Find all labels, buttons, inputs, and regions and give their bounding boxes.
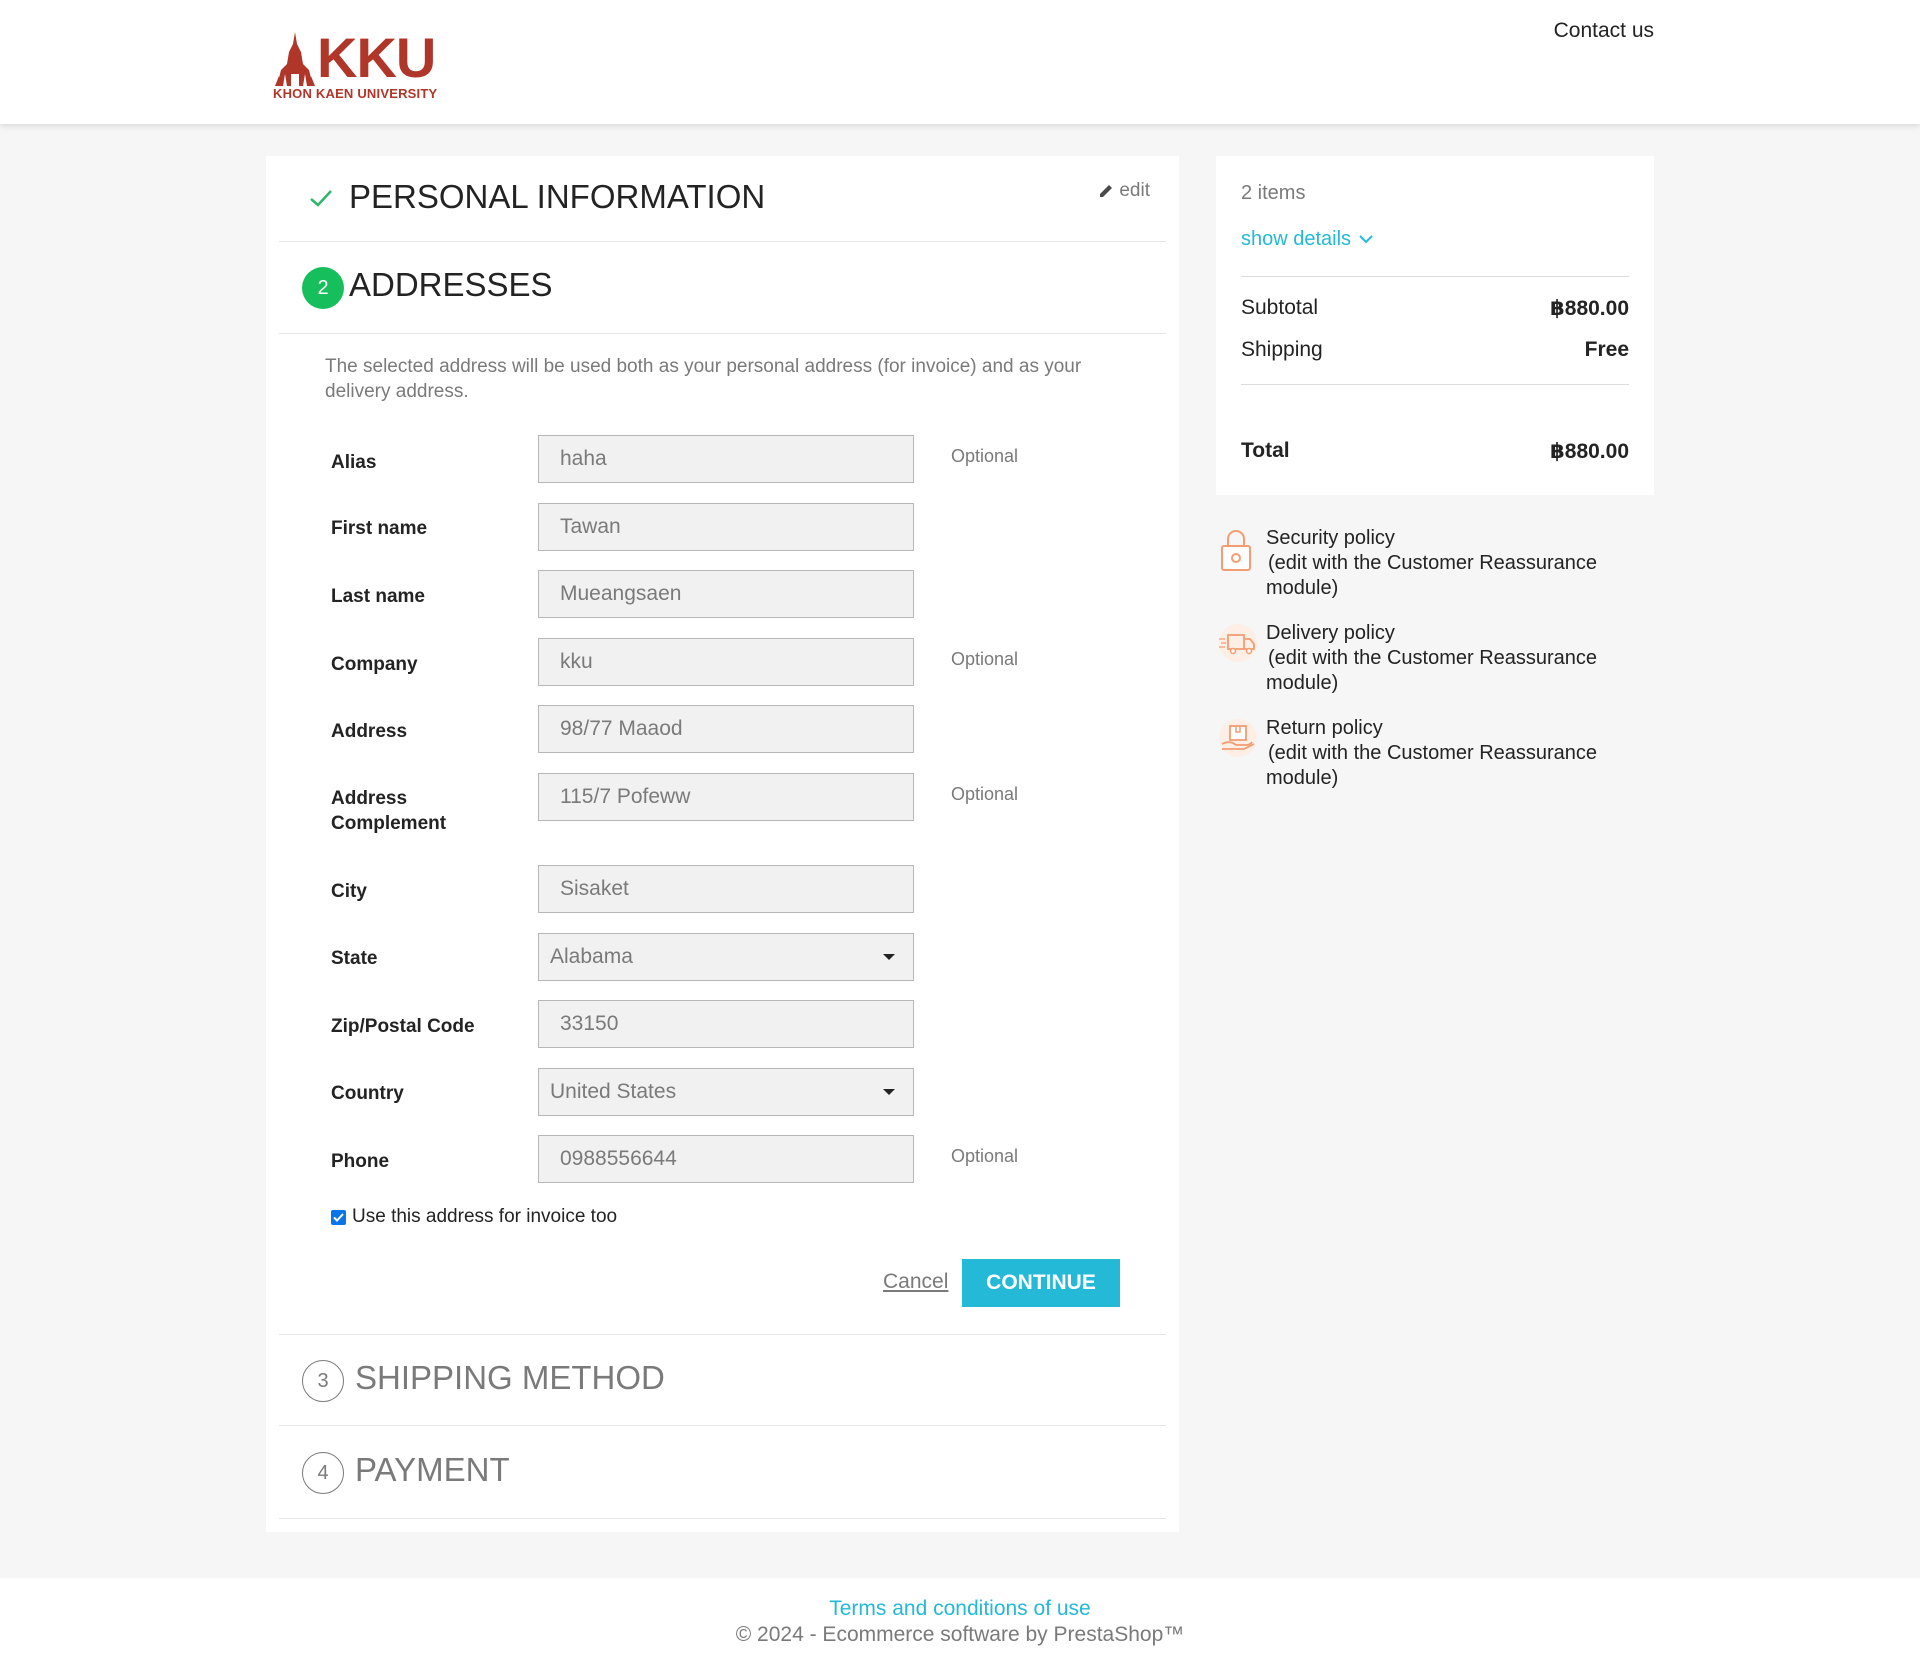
subtotal-label: Subtotal	[1241, 296, 1319, 319]
first-name-input[interactable]: Tawan	[538, 503, 914, 551]
address-label: Address	[331, 721, 408, 742]
chevron-down-icon	[1359, 235, 1373, 244]
state-select[interactable]: Alabama	[538, 933, 914, 981]
step-number-4: 4	[302, 1452, 344, 1494]
last-name-input[interactable]: Mueangsaen	[538, 570, 914, 618]
reassurance-return: Return policy (edit with the Customer Re…	[1216, 716, 1636, 791]
shipping-value: Free	[1584, 338, 1629, 361]
caret-down-icon	[883, 954, 895, 960]
address-input[interactable]: 98/77 Maaod	[538, 705, 914, 753]
step-title-addresses: Addresses	[349, 266, 553, 303]
step-number-2: 2	[302, 267, 344, 309]
first-name-label: First name	[331, 518, 428, 539]
total-label: Total	[1241, 439, 1290, 462]
state-label: State	[331, 948, 378, 969]
step-shipping-method[interactable]: 3 Shipping Method	[279, 1334, 1166, 1426]
truck-icon	[1219, 624, 1257, 662]
phone-label: Phone	[331, 1151, 390, 1172]
country-label: Country	[331, 1083, 404, 1104]
address-complement-label: Address Complement	[331, 788, 447, 834]
last-name-label: Last name	[331, 586, 425, 607]
checkmark-icon	[333, 1212, 344, 1222]
edit-label: edit	[1119, 180, 1150, 201]
show-details-label: show details	[1241, 228, 1352, 250]
company-label: Company	[331, 654, 418, 675]
step-number-3: 3	[302, 1360, 344, 1402]
lock-icon	[1221, 530, 1251, 571]
zip-label: Zip/Postal Code	[331, 1016, 475, 1037]
city-label: City	[331, 881, 367, 902]
summary-divider	[1241, 276, 1629, 277]
reassurance-desc: (edit with the Customer Reassurance modu…	[1266, 742, 1598, 789]
terms-link[interactable]: Terms and conditions of use	[0, 1597, 1920, 1621]
use-for-invoice-label[interactable]: Use this address for invoice too	[352, 1206, 617, 1228]
pencil-icon	[1100, 185, 1113, 197]
address-complement-input[interactable]: 115/7 Pofeww	[538, 773, 914, 821]
summary-divider	[1241, 384, 1629, 385]
reassurance-desc: (edit with the Customer Reassurance modu…	[1266, 647, 1598, 694]
alias-label: Alias	[331, 452, 377, 473]
shipping-label: Shipping	[1241, 338, 1323, 361]
total-value: ฿880.00	[1550, 440, 1629, 463]
step-personal-information[interactable]: Personal Information edit	[279, 156, 1166, 242]
reassurance-delivery: Delivery policy (edit with the Customer …	[1216, 621, 1636, 696]
zip-input[interactable]: 33150	[538, 1000, 914, 1048]
temple-logo-icon	[275, 32, 315, 86]
site-footer	[0, 1578, 1920, 1666]
reassurance-title: Delivery policy	[1266, 622, 1395, 644]
company-optional: Optional	[951, 649, 1019, 669]
reassurance-title: Security policy	[1266, 527, 1395, 549]
state-selected-value: Alabama	[550, 945, 633, 968]
use-for-invoice-row: Use this address for invoice too	[331, 1206, 617, 1228]
country-select[interactable]: United States	[538, 1068, 914, 1116]
subtotal-value: ฿880.00	[1550, 297, 1629, 320]
step-title-payment: Payment	[355, 1451, 510, 1488]
reassurance-desc: (edit with the Customer Reassurance modu…	[1266, 552, 1598, 599]
return-box-icon	[1219, 719, 1257, 757]
step-payment[interactable]: 4 Payment	[279, 1426, 1166, 1519]
caret-down-icon	[883, 1089, 895, 1095]
reassurance-title: Return policy	[1266, 717, 1383, 739]
address-complement-optional: Optional	[951, 784, 1019, 804]
country-selected-value: United States	[550, 1080, 677, 1103]
step-title-personal: Personal Information	[349, 178, 766, 215]
check-icon	[310, 190, 332, 207]
continue-button[interactable]: Continue	[962, 1259, 1120, 1307]
reassurance-security: Security policy (edit with the Customer …	[1216, 526, 1636, 601]
address-intro-text: The selected address will be used both a…	[325, 356, 1082, 402]
city-input[interactable]: Sisaket	[538, 865, 914, 913]
checkout-steps: Personal Information edit 2 Addresses Th…	[266, 156, 1179, 1532]
site-header: KKU KHON KAEN UNIVERSITY Contact us	[0, 0, 1920, 124]
logo-subtitle: KHON KAEN UNIVERSITY	[273, 86, 438, 101]
cart-summary: 2 items show details Subtotal ฿880.00 Sh…	[1216, 156, 1654, 495]
use-for-invoice-checkbox[interactable]	[331, 1209, 346, 1225]
copyright-text: © 2024 - Ecommerce software by PrestaSho…	[735, 1623, 1185, 1646]
cancel-link[interactable]: Cancel	[883, 1270, 948, 1294]
phone-optional: Optional	[951, 1146, 1019, 1166]
alias-input[interactable]: haha	[538, 435, 914, 483]
kku-logo[interactable]: KKU KHON KAEN UNIVERSITY	[273, 28, 443, 102]
edit-personal-link[interactable]: edit	[1098, 180, 1150, 202]
show-details-toggle[interactable]: show details	[1241, 228, 1373, 251]
phone-input[interactable]: 0988556644	[538, 1135, 914, 1183]
step-addresses: 2 Addresses	[279, 242, 1166, 334]
step-title-shipping: Shipping Method	[355, 1359, 665, 1396]
logo-wordmark: KKU	[317, 26, 436, 89]
items-count: 2 items	[1241, 182, 1306, 204]
company-input[interactable]: kku	[538, 638, 914, 686]
alias-optional: Optional	[951, 446, 1019, 466]
contact-us-link[interactable]: Contact us	[1554, 19, 1654, 43]
